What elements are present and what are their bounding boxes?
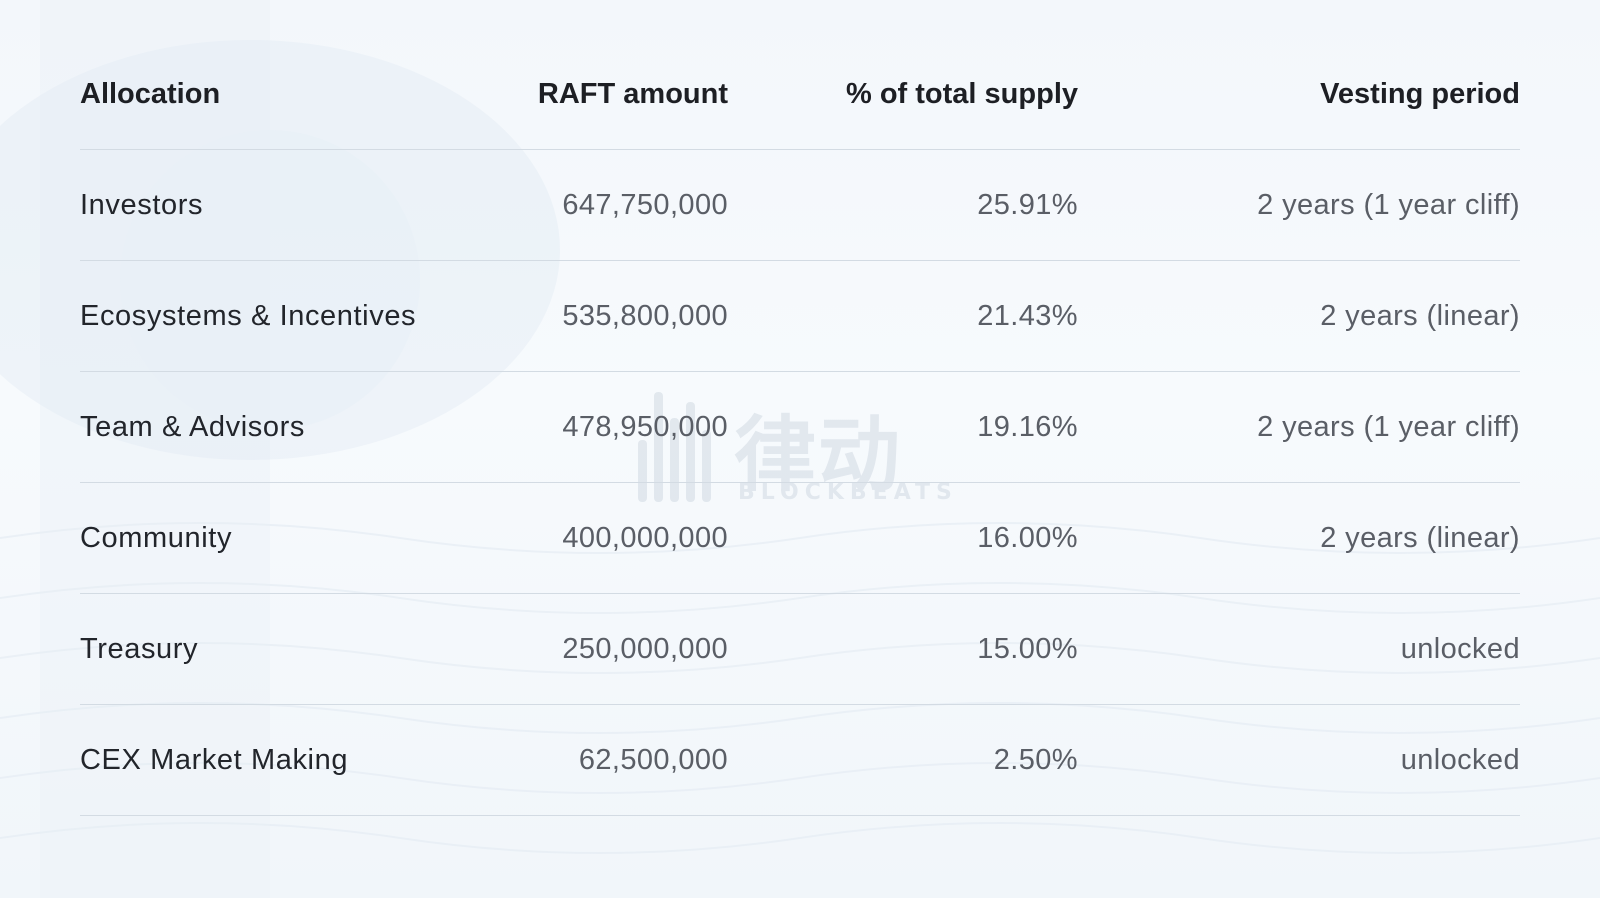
vesting-cell: 2 years (1 year cliff) [1078,149,1520,261]
allocation-cell: Ecosystems & Incentives [80,260,480,372]
table-row: Investors 647,750,000 25.91% 2 years (1 … [80,149,1520,261]
allocation-cell: Treasury [80,593,480,705]
allocation-cell: CEX Market Making [80,704,480,816]
amount-cell: 535,800,000 [480,260,728,372]
table-row: Team & Advisors 478,950,000 19.16% 2 yea… [80,371,1520,483]
allocation-cell: Team & Advisors [80,371,480,483]
header-allocation: Allocation [80,40,480,150]
amount-cell: 400,000,000 [480,482,728,594]
table-header: Allocation RAFT amount % of total supply… [80,40,1520,150]
header-row: Allocation RAFT amount % of total supply… [80,40,1520,150]
amount-cell: 250,000,000 [480,593,728,705]
table-row: CEX Market Making 62,500,000 2.50% unloc… [80,704,1520,816]
percent-cell: 19.16% [728,371,1078,483]
vesting-cell: 2 years (linear) [1078,260,1520,372]
header-percent-supply: % of total supply [728,40,1078,150]
amount-cell: 647,750,000 [480,149,728,261]
amount-cell: 62,500,000 [480,704,728,816]
percent-cell: 2.50% [728,704,1078,816]
header-vesting-period: Vesting period [1078,40,1520,150]
vesting-cell: unlocked [1078,593,1520,705]
allocation-cell: Investors [80,149,480,261]
token-allocation-table: Allocation RAFT amount % of total supply… [80,40,1520,816]
vesting-cell: 2 years (1 year cliff) [1078,371,1520,483]
percent-cell: 16.00% [728,482,1078,594]
vesting-cell: unlocked [1078,704,1520,816]
amount-cell: 478,950,000 [480,371,728,483]
allocation-cell: Community [80,482,480,594]
percent-cell: 15.00% [728,593,1078,705]
percent-cell: 21.43% [728,260,1078,372]
header-raft-amount: RAFT amount [480,40,728,150]
table-row: Community 400,000,000 16.00% 2 years (li… [80,482,1520,594]
table-row: Treasury 250,000,000 15.00% unlocked [80,593,1520,705]
vesting-cell: 2 years (linear) [1078,482,1520,594]
percent-cell: 25.91% [728,149,1078,261]
table-body: Investors 647,750,000 25.91% 2 years (1 … [80,149,1520,816]
table-row: Ecosystems & Incentives 535,800,000 21.4… [80,260,1520,372]
